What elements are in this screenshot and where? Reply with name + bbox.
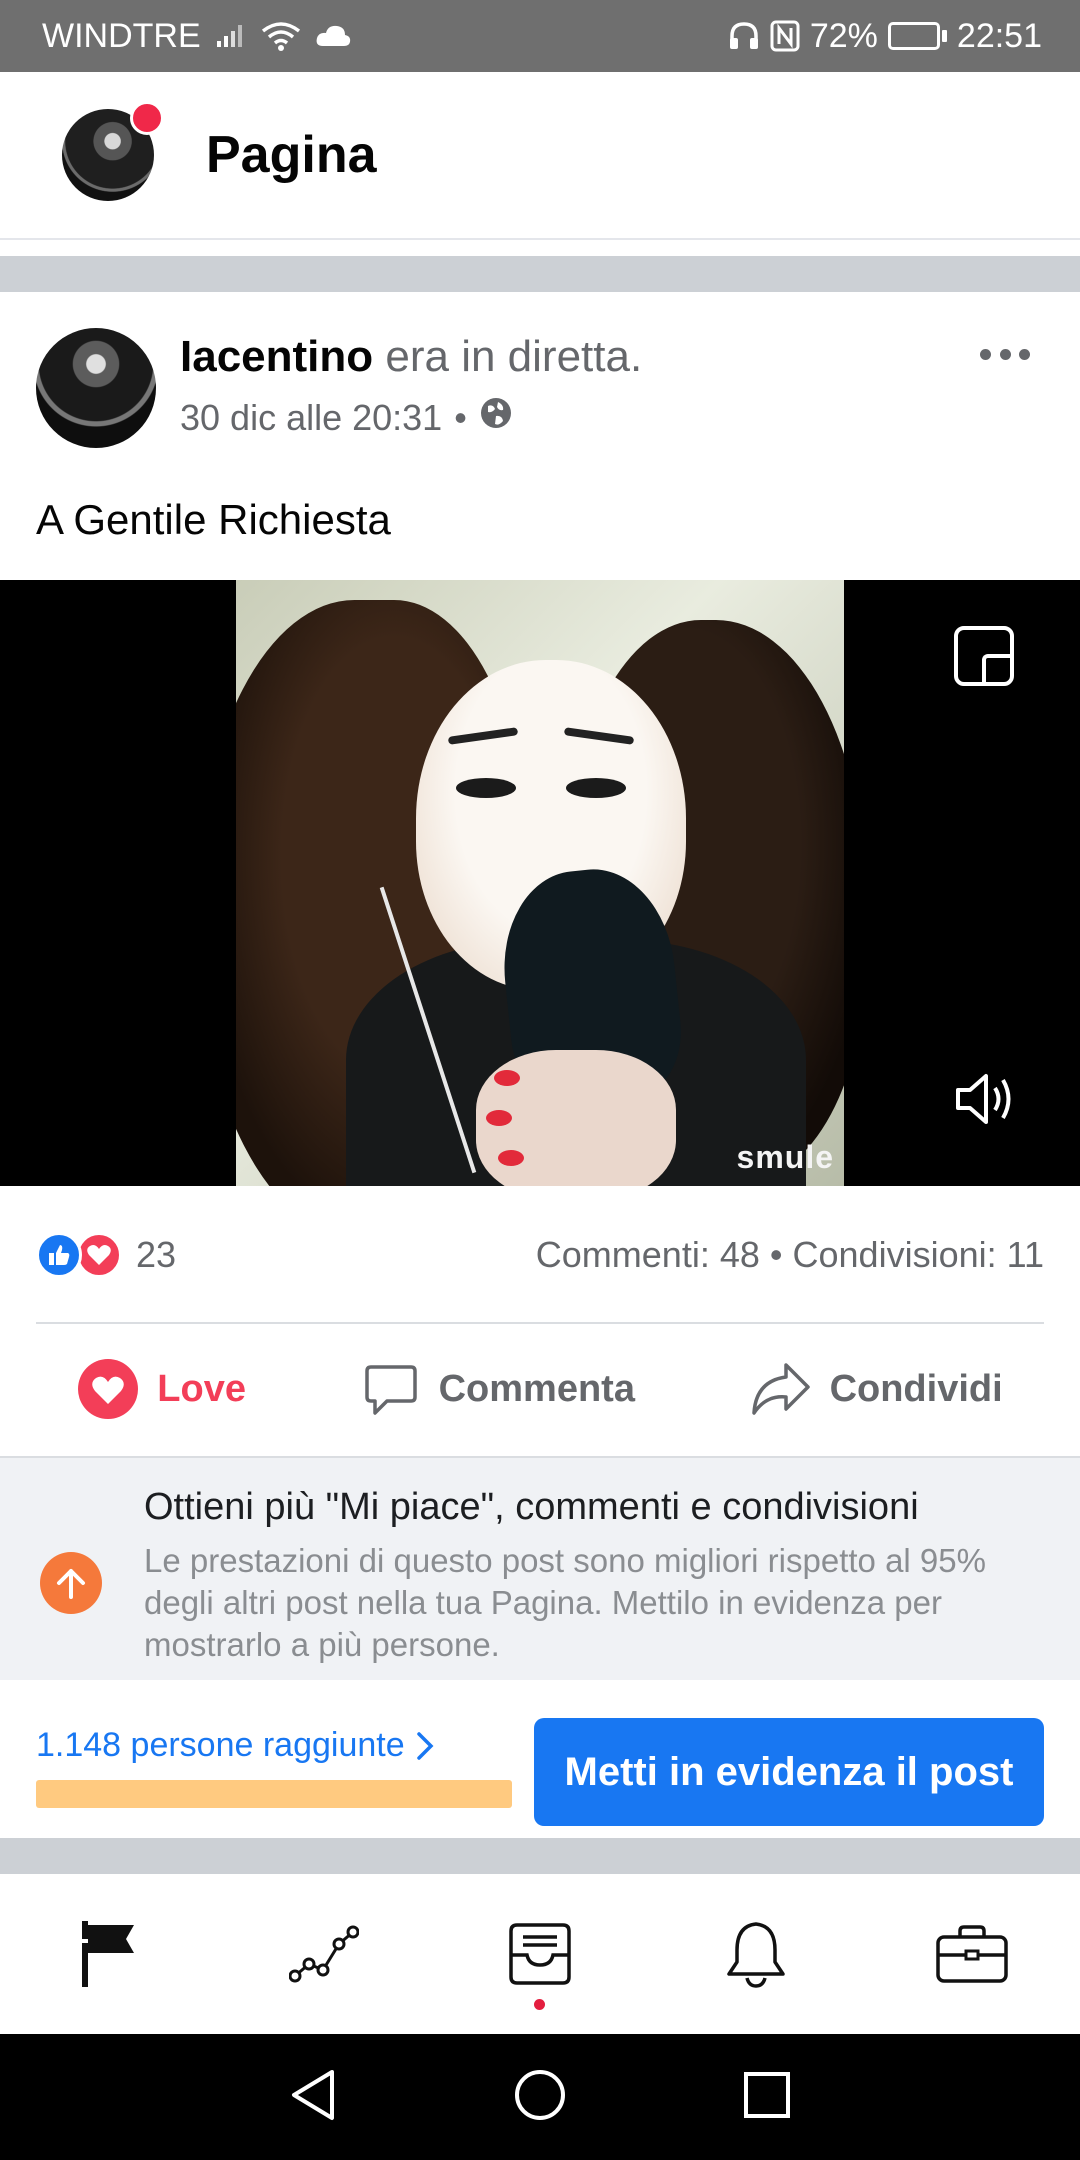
recents-button[interactable] <box>742 2070 792 2125</box>
battery-icon <box>887 22 947 50</box>
love-button[interactable]: Love <box>77 1358 246 1420</box>
cloud-icon <box>315 24 351 48</box>
volume-button[interactable] <box>950 1064 1020 1134</box>
wifi-icon <box>261 21 301 51</box>
status-left: WINDTRE <box>42 17 351 56</box>
section-separator <box>0 256 1080 292</box>
nav-tools[interactable] <box>912 1894 1032 2014</box>
live-video[interactable]: smule <box>0 580 1080 1186</box>
bottom-nav <box>0 1874 1080 2034</box>
like-reaction-icon <box>36 1232 82 1278</box>
bell-icon <box>727 1922 785 1988</box>
battery-percent: 72% <box>809 16 878 55</box>
home-button[interactable] <box>513 2068 567 2127</box>
section-separator <box>0 1838 1080 1874</box>
home-circle-icon <box>514 2069 565 2120</box>
promote-post-button[interactable]: Metti in evidenza il post <box>534 1718 1044 1826</box>
inbox-icon <box>509 1923 571 1985</box>
boost-suggestion: Ottieni più "Mi piace", commenti e condi… <box>0 1456 1080 1680</box>
reach-text: 1.148 persone raggiunte <box>36 1726 405 1764</box>
briefcase-icon <box>936 1925 1008 1983</box>
clock: 22:51 <box>956 16 1042 55</box>
reach-progress-bar <box>36 1780 512 1808</box>
back-triangle-icon <box>291 2069 334 2120</box>
smule-watermark: smule <box>736 1139 834 1175</box>
post-title-line: Iacentino era in diretta. <box>180 332 642 382</box>
chevron-right-icon <box>416 1731 434 1760</box>
nav-notifications[interactable] <box>696 1894 816 2014</box>
reach-link[interactable]: 1.148 persone raggiunte <box>36 1726 435 1765</box>
author-avatar[interactable] <box>36 328 156 448</box>
comment-icon <box>364 1365 417 1415</box>
nav-insights[interactable] <box>264 1894 384 2014</box>
boost-title: Ottieni più "Mi piace", commenti e condi… <box>144 1486 919 1528</box>
comment-button[interactable]: Commenta <box>361 1359 635 1419</box>
page-header: Pagina <box>0 72 1080 240</box>
share-icon <box>751 1363 810 1415</box>
speaker-icon <box>956 1074 1011 1124</box>
notification-dot <box>130 101 164 135</box>
author-name[interactable]: Iacentino <box>180 332 373 381</box>
system-nav-bar <box>0 2034 1080 2160</box>
love-reaction-icon <box>76 1232 122 1278</box>
stats-separator: • <box>769 1234 783 1275</box>
reactions-summary: 23 Commenti: 48 • Condivisioni: 11 <box>0 1186 1080 1324</box>
nfc-icon <box>770 20 800 52</box>
flag-icon <box>78 1921 134 1987</box>
chart-line-icon <box>289 1925 359 1983</box>
headphones-icon <box>728 21 760 51</box>
arrow-up-icon <box>40 1552 102 1614</box>
page-avatar-button[interactable] <box>62 101 164 201</box>
signal-icon <box>215 23 247 49</box>
boost-description: Le prestazioni di questo post sono migli… <box>144 1542 986 1663</box>
reaction-icons[interactable]: 23 <box>36 1232 176 1278</box>
love-label: Love <box>157 1367 246 1410</box>
post-card: Iacentino era in diretta. 30 dic alle 20… <box>0 292 1080 543</box>
share-label: Condividi <box>829 1367 1003 1410</box>
nav-page[interactable] <box>48 1894 168 2014</box>
page-title: Pagina <box>206 126 377 184</box>
picture-in-picture-button[interactable] <box>954 626 1014 686</box>
post-text: A Gentile Richiesta <box>36 496 391 543</box>
reaction-count: 23 <box>136 1234 177 1275</box>
active-indicator <box>534 1999 545 2010</box>
comments-count[interactable]: Commenti: 48 <box>536 1234 760 1275</box>
recents-square-icon <box>744 2071 791 2118</box>
status-right: 72% 22:51 <box>728 17 1042 56</box>
post-actions: Love Commenta Condividi <box>0 1324 1080 1454</box>
video-frame: smule <box>236 580 844 1186</box>
heart-icon <box>78 1359 139 1419</box>
back-button[interactable] <box>288 2068 338 2127</box>
reach-row: 1.148 persone raggiunte Metti in evidenz… <box>0 1680 1080 1838</box>
nav-inbox[interactable] <box>480 1894 600 2014</box>
shares-count[interactable]: Condivisioni: 11 <box>793 1234 1044 1275</box>
post-stats: Commenti: 48 • Condivisioni: 11 <box>536 1234 1044 1276</box>
share-button[interactable]: Condividi <box>750 1359 1003 1419</box>
post-action-text: era in diretta. <box>385 332 643 381</box>
comment-label: Commenta <box>438 1367 635 1410</box>
meta-separator: • <box>454 396 467 438</box>
post-meta: 30 dic alle 20:31 • <box>180 396 513 439</box>
post-date[interactable]: 30 dic alle 20:31 <box>180 397 442 439</box>
globe-icon <box>479 396 513 439</box>
more-options-button[interactable] <box>980 344 1030 364</box>
carrier-label: WINDTRE <box>42 16 201 55</box>
status-bar: WINDTRE 72% 22:51 <box>0 0 1080 72</box>
post-header: Iacentino era in diretta. 30 dic alle 20… <box>0 292 1080 452</box>
